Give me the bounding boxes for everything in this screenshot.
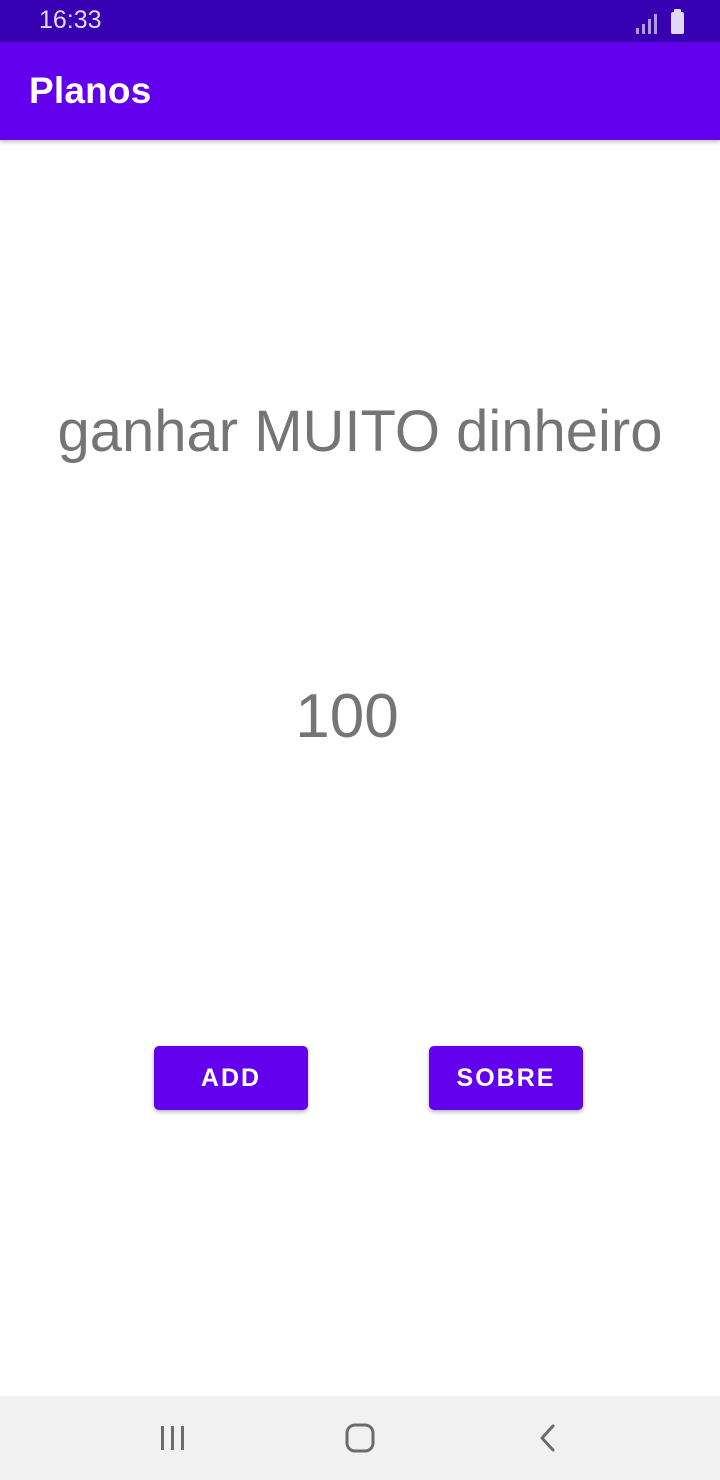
app-bar: Planos: [0, 42, 720, 140]
back-icon: [540, 1424, 555, 1452]
back-button[interactable]: [488, 1396, 608, 1480]
status-bar: 16:33: [0, 0, 720, 42]
home-icon: [345, 1423, 375, 1453]
plan-text: ganhar MUITO dinheiro: [57, 399, 663, 464]
counter-value: 100: [295, 682, 399, 751]
app-title: Planos: [29, 70, 152, 111]
signal-icon: [636, 12, 657, 34]
home-button[interactable]: [300, 1396, 420, 1480]
add-button[interactable]: ADD: [154, 1046, 308, 1110]
navigation-bar: [0, 1396, 720, 1480]
recents-icon: [161, 1426, 184, 1450]
recents-button[interactable]: [113, 1396, 233, 1480]
status-time: 16:33: [39, 6, 102, 34]
sobre-button[interactable]: SOBRE: [429, 1046, 583, 1110]
battery-icon: [671, 9, 684, 34]
status-icons: [636, 8, 684, 34]
app-screen: 16:33 Planos ganhar MUITO dinheiro 100 A…: [0, 0, 720, 1480]
